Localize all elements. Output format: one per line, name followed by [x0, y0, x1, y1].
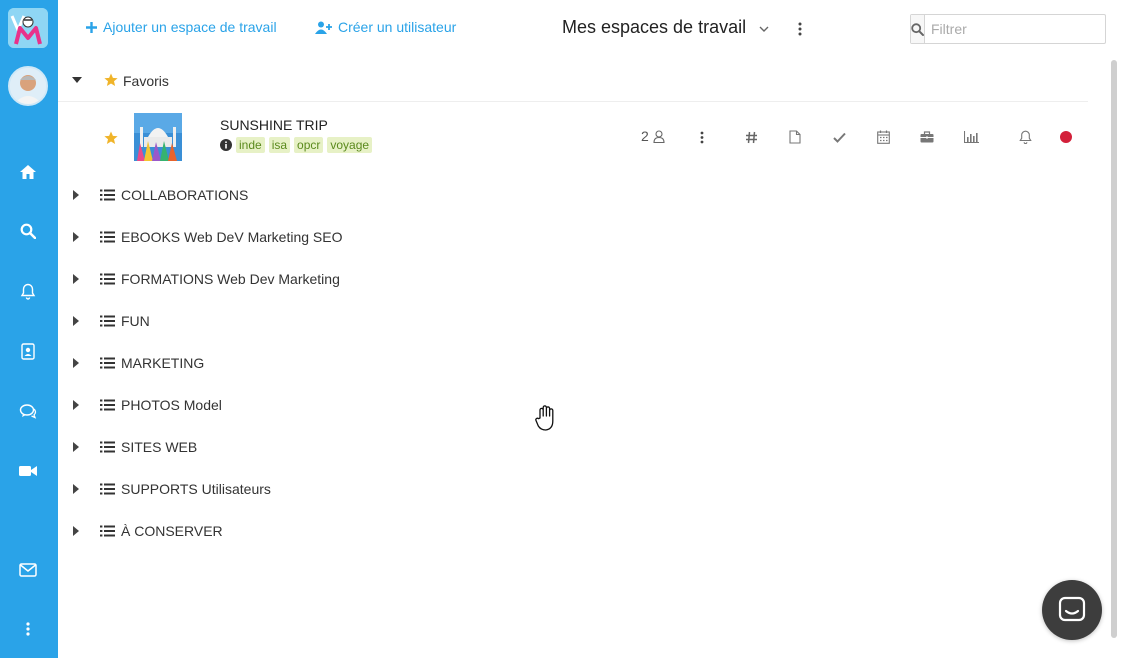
tag[interactable]: opcr [294, 137, 324, 153]
home-icon[interactable] [17, 161, 39, 183]
workspace-name: EBOOKS Web DeV Marketing SEO [121, 229, 343, 245]
file-icon[interactable] [787, 129, 803, 145]
members-number: 2 [641, 128, 649, 144]
workspace-name: SITES WEB [121, 439, 198, 455]
search-icon[interactable] [17, 220, 39, 242]
chevron-down-icon[interactable] [758, 22, 770, 34]
tag[interactable]: voyage [327, 137, 373, 153]
plus-icon [86, 21, 97, 33]
tag[interactable]: inde [236, 137, 265, 153]
workspace-item[interactable]: PHOTOS Model [58, 391, 458, 421]
mail-icon[interactable] [17, 559, 39, 581]
caret-right-icon[interactable] [73, 484, 79, 494]
workspace-name: PHOTOS Model [121, 397, 222, 413]
filter-search [910, 14, 1112, 44]
favorite-workspace-row[interactable]: SUNSHINE TRIP inde isa opcr voyage 2 [58, 104, 1098, 172]
list-icon [100, 231, 115, 243]
workspace-name: SUNSHINE TRIP [220, 117, 328, 133]
info-icon[interactable] [220, 139, 232, 151]
more-icon[interactable] [17, 618, 39, 640]
workspace-item[interactable]: FUN [58, 307, 458, 337]
chat-widget-button[interactable] [1042, 580, 1102, 640]
star-icon[interactable] [104, 131, 118, 145]
workspace-name: MARKETING [121, 355, 205, 371]
workspace-item[interactable]: À CONSERVER [58, 517, 458, 547]
filter-input[interactable] [925, 15, 1112, 43]
chat-icon[interactable] [17, 400, 39, 422]
tag[interactable]: isa [268, 137, 291, 153]
add-workspace-button[interactable]: Ajouter un espace de travail [86, 19, 277, 35]
top-bar: Ajouter un espace de travail Créer un ut… [58, 0, 1121, 58]
workspace-list: Favoris SUNSHINE TRIP inde isa opcr voya… [58, 58, 1103, 658]
workspace-item[interactable]: FORMATIONS Web Dev Marketing [58, 265, 458, 295]
app-logo[interactable] [8, 8, 48, 48]
list-icon [100, 399, 115, 411]
user-icon [653, 129, 665, 143]
contacts-icon[interactable] [17, 340, 39, 362]
page-title[interactable]: Mes espaces de travail [562, 17, 746, 38]
kebab-icon[interactable] [694, 129, 710, 145]
briefcase-icon[interactable] [919, 129, 935, 145]
left-sidebar [0, 0, 58, 658]
caret-right-icon[interactable] [73, 190, 79, 200]
caret-right-icon[interactable] [73, 358, 79, 368]
members-count[interactable]: 2 [641, 128, 665, 144]
list-icon [100, 315, 115, 327]
add-workspace-label: Ajouter un espace de travail [103, 19, 277, 35]
list-icon [100, 525, 115, 537]
caret-right-icon[interactable] [73, 442, 79, 452]
search-icon[interactable] [911, 15, 925, 43]
bell-icon[interactable] [1017, 129, 1033, 145]
list-icon [100, 357, 115, 369]
caret-right-icon[interactable] [73, 232, 79, 242]
workspace-name: À CONSERVER [121, 523, 223, 539]
workspace-item[interactable]: COLLABORATIONS [58, 181, 458, 211]
workspace-item[interactable]: SITES WEB [58, 433, 458, 463]
check-icon[interactable] [831, 129, 847, 145]
caret-right-icon[interactable] [73, 400, 79, 410]
list-icon [100, 189, 115, 201]
workspace-name: SUPPORTS Utilisateurs [121, 481, 271, 497]
list-icon [100, 483, 115, 495]
workspace-item[interactable]: EBOOKS Web DeV Marketing SEO [58, 223, 458, 253]
favorites-header[interactable]: Favoris [58, 58, 1088, 102]
hand-cursor-icon [534, 404, 560, 432]
list-icon [100, 273, 115, 285]
caret-right-icon[interactable] [73, 316, 79, 326]
workspace-tags: inde isa opcr voyage [220, 137, 373, 153]
workspace-item[interactable]: SUPPORTS Utilisateurs [58, 475, 458, 505]
workspace-item[interactable]: MARKETING [58, 349, 458, 379]
workspace-thumbnail[interactable] [134, 113, 182, 161]
workspace-name: COLLABORATIONS [121, 187, 249, 203]
chat-bubble-icon [1058, 596, 1086, 622]
caret-right-icon[interactable] [73, 526, 79, 536]
scrollbar[interactable] [1111, 60, 1117, 638]
video-icon[interactable] [17, 460, 39, 482]
create-user-label: Créer un utilisateur [338, 19, 457, 35]
favorites-label: Favoris [123, 73, 169, 89]
status-dot-icon[interactable] [1058, 129, 1074, 145]
user-avatar[interactable] [8, 66, 48, 106]
star-icon [104, 73, 118, 86]
page-menu-kebab-icon[interactable] [796, 20, 804, 38]
workspace-name: FORMATIONS Web Dev Marketing [121, 271, 340, 287]
calendar-icon[interactable] [875, 129, 891, 145]
list-icon [100, 441, 115, 453]
bell-icon[interactable] [17, 280, 39, 302]
chart-icon[interactable] [963, 129, 979, 145]
caret-down-icon[interactable] [72, 77, 82, 83]
caret-right-icon[interactable] [73, 274, 79, 284]
add-user-icon [315, 21, 332, 34]
workspace-name: FUN [121, 313, 150, 329]
create-user-button[interactable]: Créer un utilisateur [315, 19, 456, 35]
hashtag-icon[interactable] [743, 129, 759, 145]
